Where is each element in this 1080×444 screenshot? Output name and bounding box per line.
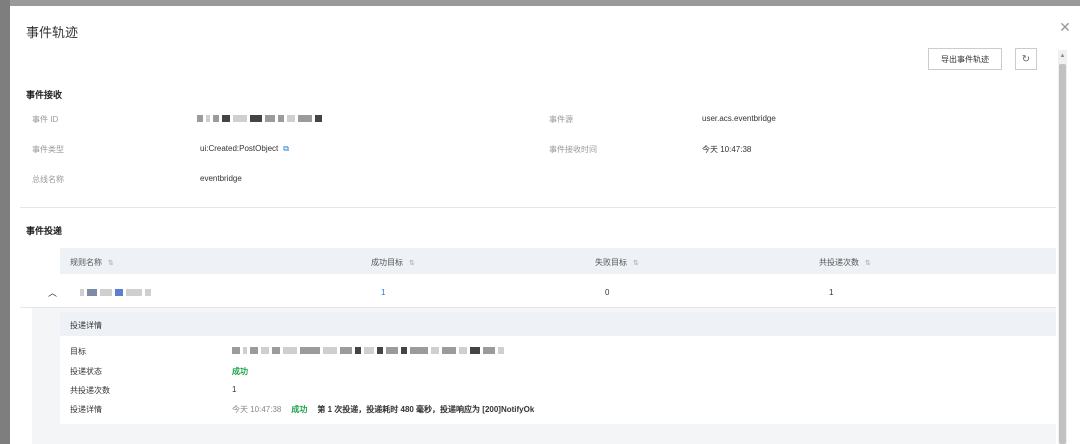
target-value-masked [232, 346, 504, 354]
export-trace-button[interactable]: 导出事件轨迹 [928, 48, 1002, 70]
scroll-up-icon[interactable]: ▲ [1059, 52, 1066, 60]
failed-targets-value: 0 [605, 288, 610, 297]
target-label: 目标 [70, 347, 86, 356]
count-value: 1 [232, 385, 237, 394]
chevron-up-icon[interactable]: ︿ [48, 286, 57, 299]
log-timestamp: 今天 10:47:38 [232, 405, 282, 414]
receive-time-label: 事件接收时间 [549, 145, 597, 154]
sort-icon[interactable]: ⇅ [409, 260, 415, 267]
total-deliveries-value: 1 [829, 288, 834, 297]
scrollbar-thumb[interactable] [1059, 64, 1066, 444]
col-success-targets[interactable]: 成功目标 ⇅ [371, 257, 415, 268]
delivery-detail-title: 投递详情 [70, 321, 102, 330]
event-source-label: 事件源 [549, 115, 573, 124]
close-icon[interactable]: ✕ [1058, 20, 1072, 34]
status-label: 投递状态 [70, 367, 102, 376]
external-link-icon[interactable]: ⧉ [283, 144, 289, 154]
sort-icon[interactable]: ⇅ [633, 260, 639, 267]
delivery-detail-card: 投递详情 目标 投递状态 成功 共投递次数 1 投递详情 今天 10:47:38… [60, 312, 1056, 424]
log-message: 第 1 次投递，投递耗时 480 毫秒，投递响应为 [200]NotifyOk [317, 405, 535, 414]
count-label: 共投递次数 [70, 386, 110, 395]
bus-name-label: 总线名称 [32, 175, 64, 184]
event-trace-modal: 事件轨迹 ✕ 导出事件轨迹 ↻ ▲ 事件接收 事件 ID 事件类型 ui:Cre… [10, 6, 1080, 444]
success-targets-value[interactable]: 1 [381, 288, 385, 297]
table-row[interactable]: ︿ 1 0 1 [20, 274, 1056, 308]
event-type-value[interactable]: ui:Created:PostObject ⧉ [200, 144, 289, 154]
receive-time-value: 今天 10:47:38 [702, 145, 752, 154]
receive-section-title: 事件接收 [26, 90, 63, 100]
col-failed-targets[interactable]: 失败目标 ⇅ [595, 257, 639, 268]
event-type-text: ui:Created:PostObject [200, 144, 279, 153]
col-total-deliveries[interactable]: 共投递次数 ⇅ [819, 257, 871, 268]
log-status: 成功 [291, 405, 308, 414]
scrollbar[interactable]: ▲ [1058, 50, 1067, 444]
section-divider [20, 207, 1056, 208]
delivery-detail-area: 投递详情 目标 投递状态 成功 共投递次数 1 投递详情 今天 10:47:38… [32, 308, 1056, 444]
rule-name-masked[interactable] [80, 288, 151, 296]
delivery-log: 今天 10:47:38 成功 第 1 次投递，投递耗时 480 毫秒，投递响应为… [232, 404, 534, 415]
event-source-value: user.acs.eventbridge [702, 114, 776, 123]
delivery-detail-header: 投递详情 [60, 312, 1056, 336]
event-type-label: 事件类型 [32, 145, 64, 154]
event-id-label: 事件 ID [32, 115, 59, 124]
refresh-icon: ↻ [1021, 53, 1031, 65]
detail-label: 投递详情 [70, 405, 102, 414]
sort-icon[interactable]: ⇅ [108, 260, 114, 267]
status-badge: 成功 [232, 367, 248, 376]
event-id-value-masked [197, 114, 322, 122]
sort-icon[interactable]: ⇅ [865, 260, 871, 267]
background-left [0, 0, 10, 444]
refresh-button[interactable]: ↻ [1015, 48, 1037, 70]
delivery-section-title: 事件投递 [26, 226, 63, 236]
delivery-table-header: 规则名称 ⇅ 成功目标 ⇅ 失败目标 ⇅ 共投递次数 ⇅ [60, 248, 1056, 274]
col-rule-name[interactable]: 规则名称 ⇅ [70, 257, 114, 268]
modal-title: 事件轨迹 [26, 25, 79, 40]
bus-name-value: eventbridge [200, 174, 242, 183]
